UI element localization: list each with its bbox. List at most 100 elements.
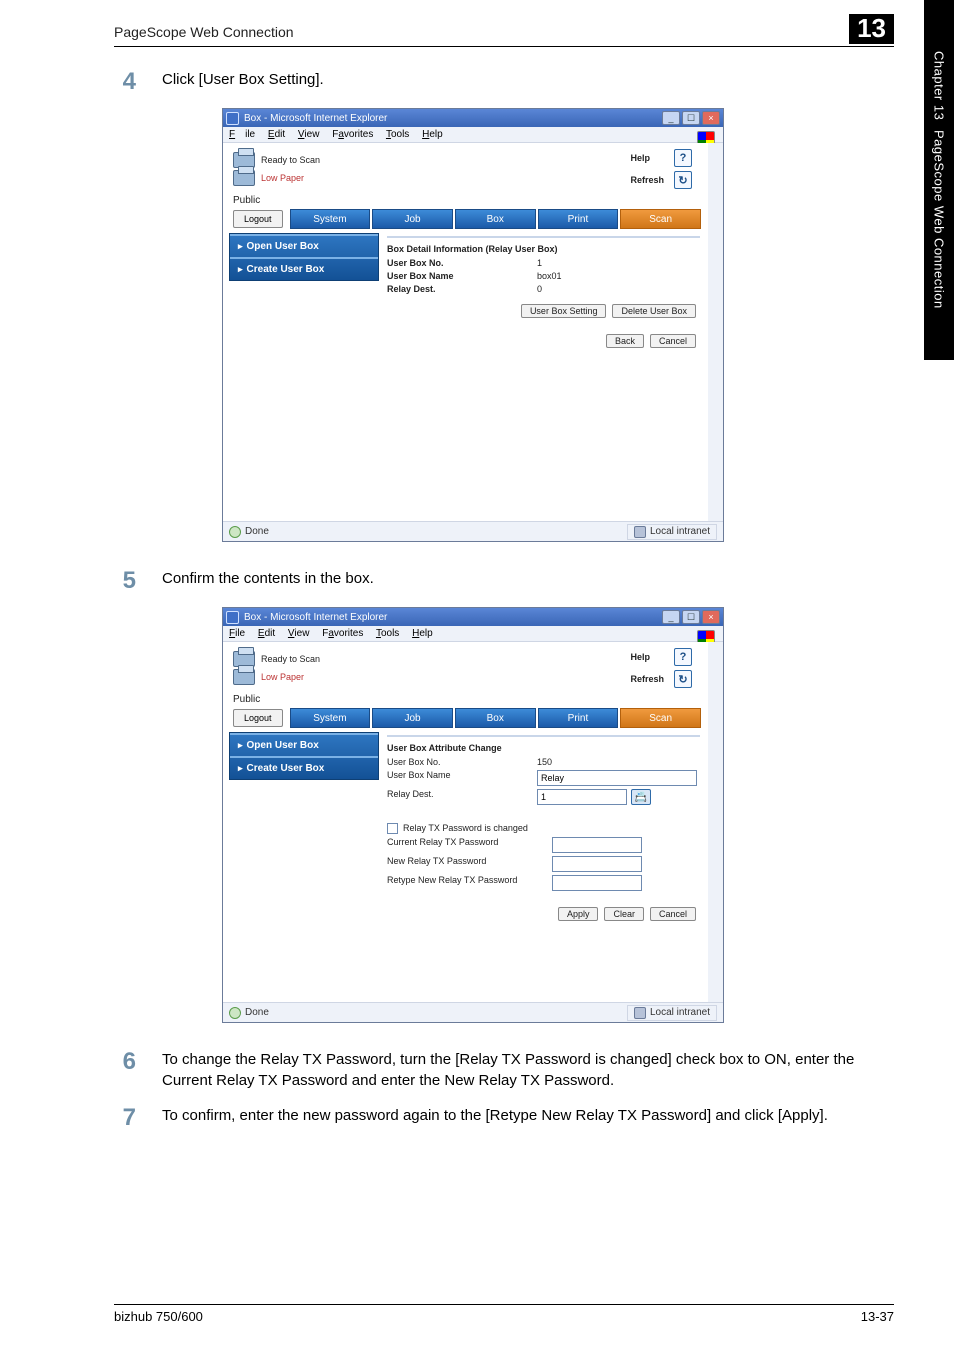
ie-app-icon [226, 611, 239, 624]
status-lowpaper-2: Low Paper [261, 672, 304, 682]
menu-view[interactable]: View [298, 129, 320, 140]
new-pw-input[interactable] [552, 856, 642, 872]
step-6-text: To change the Relay TX Password, turn th… [162, 1049, 894, 1091]
intranet-icon [634, 526, 646, 538]
sidebar-item-create-user-box[interactable]: Create User Box [230, 758, 378, 779]
val2-userboxno: 150 [537, 757, 552, 767]
val-userboxname: box01 [537, 271, 562, 281]
help-button[interactable]: ? [674, 648, 692, 666]
menu-help[interactable]: Help [412, 628, 433, 639]
lbl-relaydest: Relay Dest. [387, 284, 537, 294]
logout-button[interactable]: Logout [233, 709, 283, 727]
help-label: Help [630, 652, 664, 662]
scroll-up-icon[interactable]: ▴ [710, 643, 722, 658]
scroll-down-icon[interactable]: ▾ [710, 505, 722, 520]
statusbar-done-2: Done [245, 1007, 269, 1018]
scrollbar-2[interactable]: ▴ ▾ [708, 642, 723, 1002]
lbl-current-pw: Current Relay TX Password [387, 837, 552, 853]
refresh-button[interactable]: ↻ [674, 670, 692, 688]
cancel-button-2[interactable]: Cancel [650, 907, 696, 921]
sidebar-item-open-user-box[interactable]: Open User Box [230, 735, 378, 756]
current-pw-input[interactable] [552, 837, 642, 853]
close-button[interactable]: × [702, 111, 720, 125]
menu-favorites[interactable]: Favorites [322, 628, 363, 639]
sidebar-item-create-user-box[interactable]: Create User Box [230, 259, 378, 280]
back-button[interactable]: Back [606, 334, 644, 348]
lbl-retype-pw: Retype New Relay TX Password [387, 875, 552, 891]
sidebar-item-open-user-box[interactable]: Open User Box [230, 236, 378, 257]
printer-warn-icon [233, 170, 255, 186]
scroll-down-icon[interactable]: ▾ [710, 986, 722, 1001]
tab-job[interactable]: Job [372, 209, 453, 229]
status-lowpaper: Low Paper [261, 173, 304, 183]
tab-system[interactable]: System [290, 209, 371, 229]
userboxname-input[interactable] [537, 770, 697, 786]
tab-print[interactable]: Print [538, 708, 619, 728]
ie-menubar-2: File Edit View Favorites Tools Help [223, 626, 723, 642]
tab-print[interactable]: Print [538, 209, 619, 229]
statusbar-zone-2: Local intranet [650, 1007, 710, 1018]
content-area-1: Box Detail Information (Relay User Box) … [387, 233, 700, 348]
step-4: 4 Click [User Box Setting]. [114, 69, 894, 94]
printer-warn-icon [233, 669, 255, 685]
step-5: 5 Confirm the contents in the box. [114, 568, 894, 593]
ie-window-title-2: Box - Microsoft Internet Explorer [244, 612, 387, 623]
tab-scan[interactable]: Scan [620, 209, 701, 229]
apply-button[interactable]: Apply [558, 907, 599, 921]
screenshot-1: Box - Microsoft Internet Explorer _ ☐ × … [222, 108, 724, 542]
tab-scan[interactable]: Scan [620, 708, 701, 728]
cancel-button[interactable]: Cancel [650, 334, 696, 348]
menu-favorites[interactable]: Favorites [332, 129, 373, 140]
lbl-new-pw: New Relay TX Password [387, 856, 552, 872]
menu-file[interactable]: File [229, 628, 245, 639]
minimize-button[interactable]: _ [662, 111, 680, 125]
user-box-setting-button[interactable]: User Box Setting [521, 304, 607, 318]
clear-button[interactable]: Clear [604, 907, 644, 921]
scrollbar[interactable]: ▴ ▾ [708, 143, 723, 521]
menu-help[interactable]: Help [422, 129, 443, 140]
tab-job[interactable]: Job [372, 708, 453, 728]
relay-pw-changed-checkbox[interactable] [387, 823, 398, 834]
tab-box[interactable]: Box [455, 708, 536, 728]
ie-app-icon [226, 112, 239, 125]
step-7-num: 7 [114, 1106, 136, 1130]
logout-button[interactable]: Logout [233, 210, 283, 228]
menu-tools[interactable]: Tools [376, 628, 399, 639]
step-6: 6 To change the Relay TX Password, turn … [114, 1049, 894, 1091]
ie-window-title: Box - Microsoft Internet Explorer [244, 113, 387, 124]
menu-file[interactable]: File [229, 129, 255, 140]
chapter-badge-num: 13 [849, 14, 894, 44]
help-label: Help [630, 153, 664, 163]
public-label: Public [223, 191, 708, 208]
relaydest-input[interactable] [537, 789, 627, 805]
statusbar-done: Done [245, 526, 269, 537]
scroll-up-icon[interactable]: ▴ [710, 144, 722, 159]
menu-edit[interactable]: Edit [258, 628, 275, 639]
help-button[interactable]: ? [674, 149, 692, 167]
tab-system[interactable]: System [290, 708, 371, 728]
minimize-button[interactable]: _ [662, 610, 680, 624]
lbl2-relaydest: Relay Dest. [387, 789, 537, 805]
maximize-button[interactable]: ☐ [682, 111, 700, 125]
maximize-button[interactable]: ☐ [682, 610, 700, 624]
menu-tools[interactable]: Tools [386, 129, 409, 140]
refresh-label: Refresh [630, 674, 664, 684]
retype-pw-input[interactable] [552, 875, 642, 891]
footer-right: 13-37 [861, 1309, 894, 1324]
menu-view[interactable]: View [288, 628, 310, 639]
lbl-pw-changed: Relay TX Password is changed [403, 823, 528, 834]
ie-titlebar: Box - Microsoft Internet Explorer _ ☐ × [223, 109, 723, 127]
delete-user-box-button[interactable]: Delete User Box [612, 304, 696, 318]
close-button[interactable]: × [702, 610, 720, 624]
ie-titlebar-2: Box - Microsoft Internet Explorer _ ☐ × [223, 608, 723, 626]
address-book-button[interactable]: 📇 [631, 789, 651, 805]
menu-edit[interactable]: Edit [268, 129, 285, 140]
lbl-userboxno: User Box No. [387, 258, 537, 268]
statusbar-zone: Local intranet [650, 526, 710, 537]
content-area-2: User Box Attribute Change User Box No.15… [387, 732, 700, 921]
public-label: Public [223, 690, 708, 707]
chapter-badge: 13 [843, 14, 894, 44]
step-5-text: Confirm the contents in the box. [162, 568, 894, 593]
refresh-button[interactable]: ↻ [674, 171, 692, 189]
tab-box[interactable]: Box [455, 209, 536, 229]
